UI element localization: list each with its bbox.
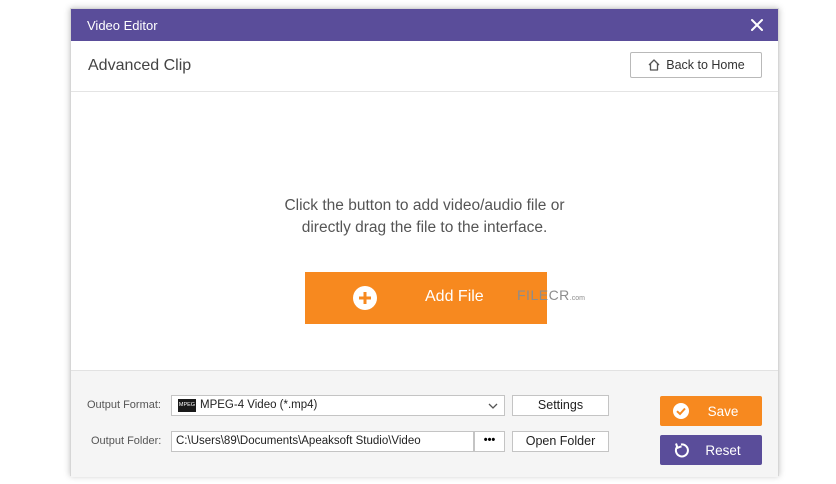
drop-hint-line1: Click the button to add video/audio file… (284, 197, 565, 214)
save-button[interactable]: Save (660, 396, 762, 426)
title-bar: Video Editor (71, 9, 778, 41)
watermark-text: FILECR (517, 287, 570, 303)
drop-hint-line2: directly drag the file to the interface. (301, 219, 548, 236)
reset-button[interactable]: Reset (660, 435, 762, 465)
open-folder-button[interactable]: Open Folder (512, 431, 609, 452)
browse-folder-button[interactable]: ••• (474, 431, 505, 452)
output-format-select[interactable]: MPEG MPEG-4 Video (*.mp4) (171, 395, 505, 416)
window-title: Video Editor (87, 18, 158, 33)
mpeg-format-icon: MPEG (178, 399, 196, 412)
settings-button[interactable]: Settings (512, 395, 609, 416)
output-format-value: MPEG-4 Video (*.mp4) (200, 399, 318, 411)
video-editor-window: Video Editor Advanced Clip Back to Home … (70, 8, 779, 477)
home-icon (648, 59, 660, 71)
output-format-label: Output Format: (87, 399, 161, 411)
page-title: Advanced Clip (88, 57, 192, 74)
close-icon[interactable] (750, 18, 764, 32)
watermark-sub: .com (569, 295, 585, 302)
add-file-label: Add File (425, 288, 484, 305)
output-footer: Output Format: MPEG MPEG-4 Video (*.mp4)… (71, 370, 778, 477)
save-label: Save (707, 404, 739, 419)
filecr-watermark: FILECR.com (517, 287, 585, 303)
back-to-home-button[interactable]: Back to Home (630, 52, 762, 78)
reset-label: Reset (705, 443, 741, 458)
output-folder-label: Output Folder: (91, 435, 162, 447)
chevron-down-icon (488, 403, 498, 409)
output-folder-field[interactable]: C:\Users\89\Documents\Apeaksoft Studio\V… (171, 431, 474, 452)
drop-hint: Click the button to add video/audio file… (71, 195, 778, 239)
back-to-home-label: Back to Home (666, 58, 745, 72)
page-header: Advanced Clip Back to Home (71, 41, 778, 92)
plus-circle-icon (353, 286, 377, 310)
file-drop-area[interactable]: Click the button to add video/audio file… (71, 92, 778, 370)
add-file-button[interactable]: Add File (305, 272, 547, 324)
